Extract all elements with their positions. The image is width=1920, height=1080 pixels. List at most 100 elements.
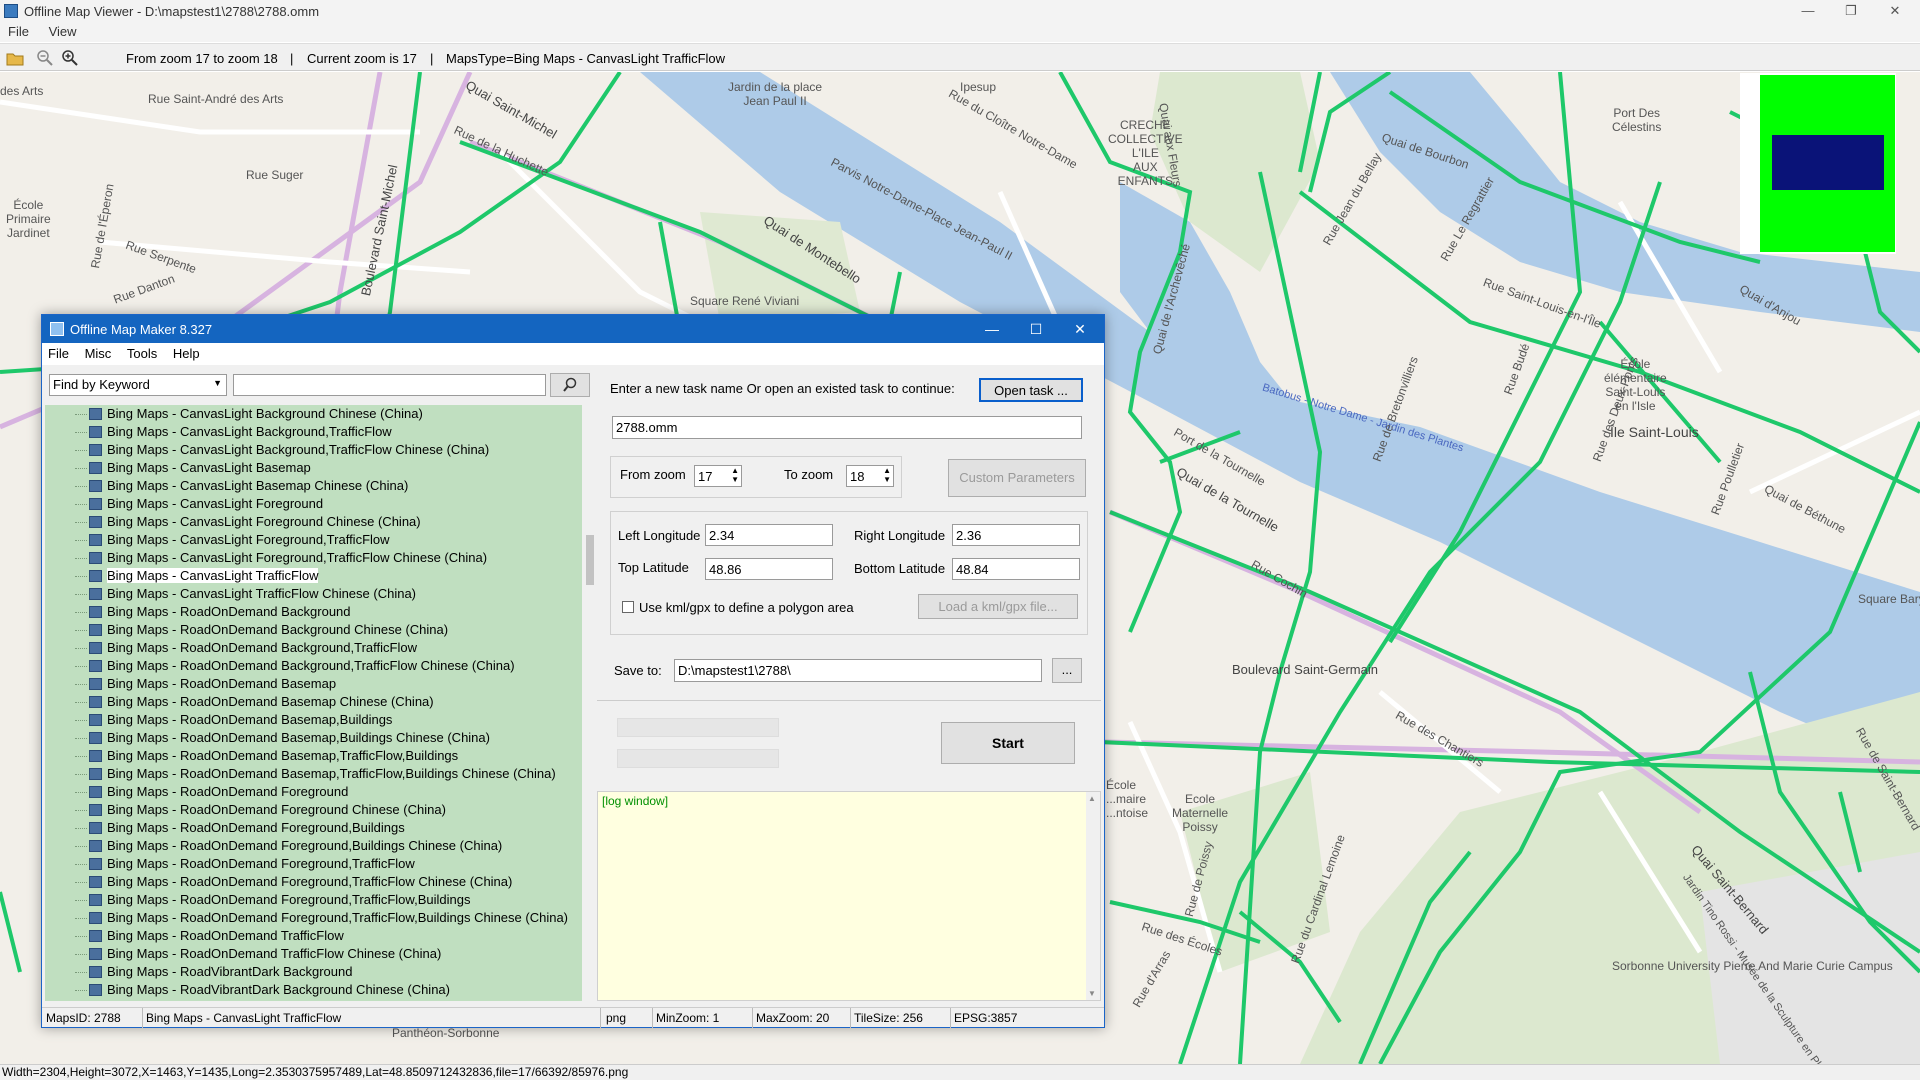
tree-item[interactable]: Bing Maps - RoadOnDemand TrafficFlow (45, 927, 582, 945)
tree-item[interactable]: Bing Maps - RoadOnDemand Basemap,Buildin… (45, 729, 582, 747)
tree-item[interactable]: Bing Maps - CanvasLight Basemap Chinese … (45, 477, 582, 495)
zoom-out-icon[interactable] (36, 49, 54, 67)
tree-item[interactable]: Bing Maps - RoadOnDemand Foreground,Traf… (45, 909, 582, 927)
maximize-icon[interactable]: ☐ (1022, 319, 1050, 339)
kml-checkbox[interactable] (622, 601, 634, 613)
task-name-input[interactable] (612, 416, 1082, 439)
start-button[interactable]: Start (941, 722, 1075, 764)
custom-parameters-button[interactable]: Custom Parameters (948, 459, 1086, 497)
tree-connector (75, 594, 87, 595)
map-layer-icon (89, 516, 102, 528)
close-icon[interactable]: ✕ (1880, 2, 1910, 20)
tree-item[interactable]: Bing Maps - CanvasLight Foreground Chine… (45, 513, 582, 531)
browse-button[interactable]: ... (1052, 658, 1082, 683)
tree-item[interactable]: Bing Maps - CanvasLight Foreground (45, 495, 582, 513)
open-task-button[interactable]: Open task ... (979, 378, 1083, 402)
status-separator (950, 1008, 951, 1028)
map-layer-icon (89, 624, 102, 636)
tree-item[interactable]: Bing Maps - RoadOnDemand Basemap Chinese… (45, 693, 582, 711)
tree-item[interactable]: Bing Maps - CanvasLight Foreground,Traff… (45, 531, 582, 549)
viewer-menu-bar: File View (0, 22, 1920, 42)
map-layer-icon (89, 498, 102, 510)
minimap[interactable] (1740, 73, 1896, 254)
tree-item[interactable]: Bing Maps - CanvasLight Background Chine… (45, 405, 582, 423)
tree-item[interactable]: Bing Maps - RoadOnDemand Basemap,Traffic… (45, 747, 582, 765)
tree-item[interactable]: Bing Maps - RoadOnDemand Basemap,Buildin… (45, 711, 582, 729)
tree-item[interactable]: Bing Maps - RoadOnDemand Background,Traf… (45, 639, 582, 657)
scrollbar-thumb[interactable] (586, 535, 594, 585)
close-icon[interactable]: ✕ (1066, 319, 1094, 339)
maps-tree[interactable]: Bing Maps - CanvasLight Background Chine… (45, 405, 582, 1001)
tree-item[interactable]: Bing Maps - CanvasLight Basemap (45, 459, 582, 477)
tree-item[interactable]: Bing Maps - CanvasLight TrafficFlow Chin… (45, 585, 582, 603)
search-button[interactable] (550, 373, 590, 397)
restore-icon[interactable]: ❐ (1836, 2, 1866, 20)
stepper-arrows-icon[interactable]: ▲ ▼ (883, 466, 891, 484)
status-separator (600, 1008, 601, 1028)
tree-item[interactable]: Bing Maps - CanvasLight TrafficFlow (45, 567, 582, 585)
map-layer-icon (89, 750, 102, 762)
menu-help[interactable]: Help (167, 343, 206, 364)
minimize-icon[interactable]: — (978, 319, 1006, 339)
tree-item[interactable]: Bing Maps - RoadOnDemand Foreground,Traf… (45, 891, 582, 909)
tree-item-label: Bing Maps - CanvasLight Background,Traff… (107, 442, 490, 457)
tree-item[interactable]: Bing Maps - RoadOnDemand Background Chin… (45, 621, 582, 639)
tree-item[interactable]: Bing Maps - RoadVibrantDark Background C… (45, 981, 582, 999)
scroll-up-icon[interactable]: ▲ (1088, 794, 1096, 803)
save-to-input[interactable] (674, 659, 1042, 682)
zoom-in-icon[interactable] (61, 49, 79, 67)
tree-item-label: Bing Maps - RoadOnDemand Foreground (107, 784, 349, 799)
menu-file[interactable]: File (0, 22, 37, 41)
minimize-icon[interactable]: — (1793, 2, 1823, 20)
find-mode-select[interactable]: Find by Keyword ▼ (49, 374, 227, 396)
map-label: Rue Saint-André des Arts (148, 92, 284, 106)
tree-item[interactable]: Bing Maps - RoadOnDemand Foreground (45, 783, 582, 801)
tree-item[interactable]: Bing Maps - RoadOnDemand Background (45, 603, 582, 621)
tree-item[interactable]: Bing Maps - RoadOnDemand Foreground,Buil… (45, 837, 582, 855)
tree-connector (75, 450, 87, 451)
to-zoom-stepper[interactable]: 18 ▲ ▼ (846, 465, 894, 487)
tree-item[interactable]: Bing Maps - RoadOnDemand Basemap,Traffic… (45, 765, 582, 783)
tree-item[interactable]: Bing Maps - RoadOnDemand Background,Traf… (45, 657, 582, 675)
right-longitude-input[interactable] (952, 524, 1080, 546)
menu-misc[interactable]: Misc (79, 343, 118, 364)
top-latitude-input[interactable] (705, 558, 833, 580)
menu-view[interactable]: View (41, 22, 85, 41)
tree-item[interactable]: Bing Maps - RoadOnDemand TrafficFlow Chi… (45, 945, 582, 963)
tree-scrollbar[interactable] (584, 405, 596, 1001)
map-layer-icon (89, 894, 102, 906)
bottom-latitude-input[interactable] (952, 558, 1080, 580)
menu-file[interactable]: File (42, 343, 75, 364)
scroll-down-icon[interactable]: ▼ (1088, 989, 1096, 998)
open-folder-icon[interactable] (6, 49, 24, 67)
log-window[interactable]: [log window] ▲ ▼ (597, 791, 1101, 1001)
search-input[interactable] (233, 374, 546, 396)
load-kml-button[interactable]: Load a kml/gpx file... (918, 594, 1078, 619)
tree-item[interactable]: Bing Maps - RoadOnDemand Foreground,Traf… (45, 873, 582, 891)
tree-connector (75, 684, 87, 685)
stepper-arrows-icon[interactable]: ▲ ▼ (731, 466, 739, 484)
dialog-title-bar: Offline Map Maker 8.327 — ☐ ✕ (42, 315, 1104, 343)
from-zoom-stepper[interactable]: 17 ▲ ▼ (694, 465, 742, 487)
left-longitude-input[interactable] (705, 524, 833, 546)
tree-item[interactable]: Bing Maps - RoadOnDemand Basemap (45, 675, 582, 693)
tree-item[interactable]: Bing Maps - RoadOnDemand Foreground,Buil… (45, 819, 582, 837)
maps-type-text: MapsType=Bing Maps - CanvasLight Traffic… (446, 51, 726, 66)
tree-item[interactable]: Bing Maps - RoadVibrantDark Background (45, 963, 582, 981)
tree-item[interactable]: Bing Maps - CanvasLight Background,Traff… (45, 423, 582, 441)
tree-item[interactable]: Bing Maps - CanvasLight Background,Traff… (45, 441, 582, 459)
map-label: Île Saint-Louis (1610, 424, 1699, 440)
map-label: Port Des Célestins (1612, 106, 1662, 134)
tree-item-label: Bing Maps - RoadOnDemand Basemap Chinese… (107, 694, 434, 709)
tree-item-label: Bing Maps - RoadOnDemand Foreground,Traf… (107, 892, 471, 907)
tree-item-label: Bing Maps - CanvasLight Foreground Chine… (107, 514, 421, 529)
minimap-viewport[interactable] (1772, 135, 1884, 190)
tree-item[interactable]: Bing Maps - CanvasLight Foreground,Traff… (45, 549, 582, 567)
log-scrollbar[interactable]: ▲ ▼ (1086, 792, 1100, 1000)
tree-item[interactable]: Bing Maps - RoadOnDemand Foreground,Traf… (45, 855, 582, 873)
tree-item[interactable]: Bing Maps - RoadOnDemand Foreground Chin… (45, 801, 582, 819)
status-separator (142, 1008, 143, 1028)
tree-item-label: Bing Maps - RoadOnDemand Foreground,Buil… (107, 838, 503, 853)
menu-tools[interactable]: Tools (121, 343, 163, 364)
viewer-status-bar: Width=2304,Height=3072,X=1463,Y=1435,Lon… (0, 1064, 1920, 1080)
